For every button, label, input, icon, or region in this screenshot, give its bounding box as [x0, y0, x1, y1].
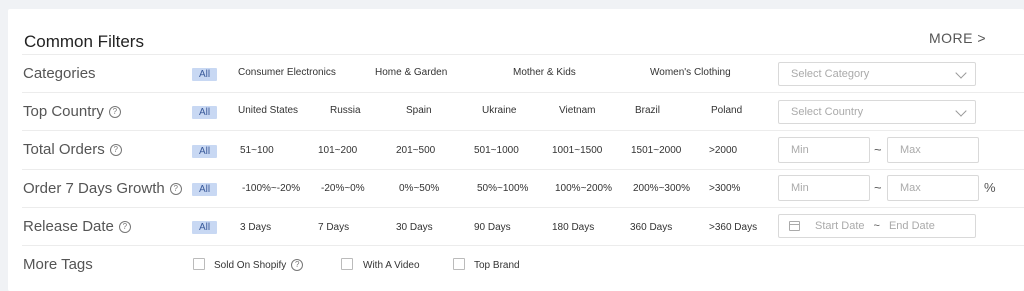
growth-option[interactable]: 0%~50% [399, 183, 439, 194]
help-circle-icon[interactable]: ? [118, 220, 131, 233]
chevron-down-icon [955, 105, 967, 117]
categories-option[interactable]: Mother & Kids [513, 67, 576, 78]
growth-option[interactable]: >300% [709, 183, 740, 194]
range-separator: ~ [874, 180, 882, 195]
country-option[interactable]: Brazil [635, 105, 660, 116]
orders-option[interactable]: 51~100 [240, 145, 274, 156]
divider [22, 207, 1024, 208]
help-circle-icon[interactable]: ? [109, 143, 122, 156]
growth-option[interactable]: -100%~-20% [242, 183, 300, 194]
release-option[interactable]: >360 Days [709, 222, 757, 233]
help-circle-icon[interactable]: ? [169, 182, 182, 195]
release-option[interactable]: 3 Days [240, 222, 271, 233]
orders-option[interactable]: 501~1000 [474, 145, 519, 156]
common-filters-card: Common Filters MORE > Categories All Con… [8, 9, 1024, 291]
country-option[interactable]: United States [238, 105, 298, 116]
divider [22, 92, 1024, 93]
date-range-picker[interactable]: Start Date ~ End Date [778, 214, 976, 238]
country-select-placeholder: Select Country [791, 106, 864, 118]
orders-max-input[interactable]: Max [887, 137, 979, 163]
divider [22, 245, 1024, 246]
release-date-label: Release Date ? [23, 218, 131, 235]
sold-on-shopify-label: Sold On Shopify ? [214, 259, 304, 271]
country-option[interactable]: Vietnam [559, 105, 596, 116]
top-country-label: Top Country ? [23, 103, 121, 120]
more-tags-label: More Tags [23, 256, 93, 273]
category-select[interactable]: Select Category [778, 62, 976, 86]
help-circle-icon[interactable]: ? [291, 259, 304, 271]
country-option[interactable]: Poland [711, 105, 742, 116]
categories-label: Categories [23, 65, 96, 82]
divider [22, 54, 1024, 55]
max-placeholder: Max [900, 144, 921, 156]
orders-option[interactable]: 1001~1500 [552, 145, 602, 156]
release-option-all[interactable]: All [192, 221, 218, 234]
orders-option[interactable]: 101~200 [318, 145, 357, 156]
orders-option[interactable]: 201~500 [396, 145, 435, 156]
more-link[interactable]: MORE > [929, 30, 986, 46]
calendar-icon [789, 221, 800, 231]
end-date-placeholder[interactable]: End Date [889, 220, 935, 232]
orders-option-all[interactable]: All [192, 145, 218, 158]
chevron-down-icon [955, 67, 967, 79]
filters-title: Common Filters [24, 32, 144, 51]
release-option[interactable]: 180 Days [552, 222, 594, 233]
checkbox-with-a-video[interactable] [341, 258, 353, 270]
range-separator: ~ [873, 220, 880, 232]
growth-option-all[interactable]: All [192, 183, 218, 196]
release-option[interactable]: 360 Days [630, 222, 672, 233]
orders-option[interactable]: >2000 [709, 145, 737, 156]
with-a-video-label: With A Video [363, 260, 420, 271]
category-select-placeholder: Select Category [791, 68, 870, 80]
percent-unit: % [984, 180, 996, 195]
growth-option[interactable]: 100%~200% [555, 183, 612, 194]
growth-max-input[interactable]: Max [887, 175, 979, 201]
min-placeholder: Min [791, 182, 809, 194]
categories-option[interactable]: Consumer Electronics [238, 67, 336, 78]
min-placeholder: Min [791, 144, 809, 156]
checkbox-sold-on-shopify[interactable] [193, 258, 205, 270]
divider [22, 130, 1024, 131]
growth-min-input[interactable]: Min [778, 175, 870, 201]
divider [22, 169, 1024, 170]
total-orders-label: Total Orders ? [23, 141, 122, 158]
growth-option[interactable]: -20%~0% [321, 183, 365, 194]
checkbox-top-brand[interactable] [453, 258, 465, 270]
country-option[interactable]: Spain [406, 105, 432, 116]
orders-min-input[interactable]: Min [778, 137, 870, 163]
help-circle-icon[interactable]: ? [108, 105, 121, 118]
release-option[interactable]: 30 Days [396, 222, 433, 233]
orders-option[interactable]: 1501~2000 [631, 145, 681, 156]
range-separator: ~ [874, 142, 882, 157]
start-date-placeholder[interactable]: Start Date [815, 220, 865, 232]
categories-option-all[interactable]: All [192, 68, 218, 81]
country-option-all[interactable]: All [192, 106, 218, 119]
country-option[interactable]: Ukraine [482, 105, 516, 116]
country-option[interactable]: Russia [330, 105, 361, 116]
release-option[interactable]: 90 Days [474, 222, 511, 233]
release-option[interactable]: 7 Days [318, 222, 349, 233]
country-select[interactable]: Select Country [778, 100, 976, 124]
categories-option[interactable]: Women's Clothing [650, 67, 731, 78]
growth-option[interactable]: 200%~300% [633, 183, 690, 194]
growth-option[interactable]: 50%~100% [477, 183, 528, 194]
max-placeholder: Max [900, 182, 921, 194]
order-growth-label: Order 7 Days Growth ? [23, 180, 182, 197]
top-brand-label: Top Brand [474, 260, 520, 271]
categories-option[interactable]: Home & Garden [375, 67, 447, 78]
